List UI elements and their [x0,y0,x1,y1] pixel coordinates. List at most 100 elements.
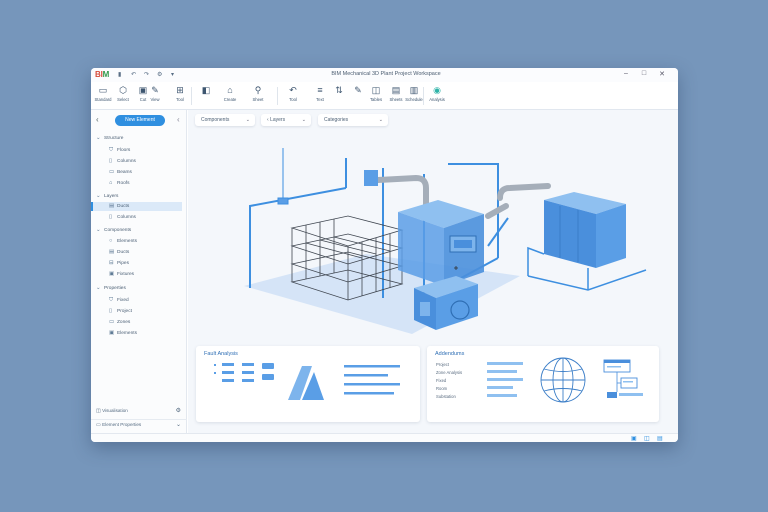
chevron-down-icon: ⌄ [96,135,101,141]
network-diagram-icon [603,359,643,398]
visualisation-row[interactable]: ◫ Visualisation ⚙ [91,406,187,416]
bar-lines [344,365,400,395]
ribbon-button-tool-2[interactable]: ↶ Tool [282,84,304,108]
chevron-down-icon: ⌄ [301,117,306,123]
search-icon: ⚲ [254,85,262,95]
ribbon-button-create[interactable]: ⌂ Create [219,84,241,108]
app-window: BIM ▮ ↶ ↷ ⚙ ▾ BIM Mechanical 3D Plant Pr… [91,68,678,442]
ribbon-button-tool[interactable]: ⊞ Tool [169,84,191,108]
panel-title: Fault Analysis [204,351,238,357]
ribbon-button-layer[interactable]: ◧ [195,84,217,108]
tree-item[interactable]: ⊟ Pipes [109,259,129,268]
close-button[interactable]: ✕ [657,70,667,78]
status-bar: ▣ ◫ ▤ [91,433,678,442]
ribbon-button-schedule[interactable]: ▥ Schedule [403,84,425,108]
tree-group-components[interactable]: ⌄ Components [96,226,131,235]
settings-icon[interactable]: ⚙ [157,71,162,78]
tree-item[interactable]: ▣ Fixtures [109,270,134,279]
ribbon-separator [423,87,424,105]
title-bar: BIM ▮ ↶ ↷ ⚙ ▾ BIM Mechanical 3D Plant Pr… [91,68,678,82]
tree-item[interactable]: ▣ Elements [109,329,137,338]
value-bars [487,362,523,397]
tree-group-properties[interactable]: ⌄ Properties [96,284,126,293]
tree-group-layers[interactable]: ⌄ Layers [96,192,118,201]
components-dropdown[interactable]: Components ⌄ [195,114,255,126]
fixture-icon: ▣ [109,271,115,277]
air-handling-unit [398,200,484,286]
ribbon-button-sheet[interactable]: ⚲ Sheet [247,84,269,108]
ribbon-separator [277,87,278,105]
chevron-down-icon: ⌄ [96,285,101,291]
chevron-down-icon: ⌄ [96,193,101,199]
ribbon-toolbar: ▭ Standard ⬡ Select ▣ Cut ✎ View ⊞ Tool ◧ ⌂ Cr… [91,82,678,110]
tree-item[interactable]: ▤ Ducts [109,248,129,257]
addendum-widgets [487,357,643,403]
tree-item[interactable]: ⌂ Roofs [109,179,130,188]
main-workspace: Components ⌄ ‹ Layers ⌄ Categories ⌄ Fau… [188,110,678,433]
redo-icon[interactable]: ↷ [144,71,149,78]
fault-analysis-widgets [214,363,400,400]
duct-icon: ▤ [109,203,115,209]
tree-item[interactable]: ▯ Project [109,307,132,316]
tree-item-selected[interactable]: ▤ Ducts [91,202,182,211]
undo-icon: ↶ [289,85,297,95]
pencil-icon: ✎ [151,85,159,95]
tree-item[interactable]: ▭ Beams [109,168,132,177]
tree-item[interactable]: ▭ Zones [109,318,130,327]
circle-icon: ○ [109,238,113,244]
equipment-cabinet [527,192,647,291]
zone-icon: ▭ [109,319,115,325]
element-icon: ▣ [109,330,115,336]
column-icon: ▯ [109,158,113,164]
ribbon-button-view[interactable]: ✎ View [144,84,166,108]
tree-item[interactable]: ⛉ Floors [109,146,130,155]
ribbon-button-analysis[interactable]: ◉ Analysis [426,84,448,108]
select-icon: ⬡ [119,85,127,95]
chevron-down-icon: ⌄ [96,227,101,233]
ribbon-button-standard[interactable]: ▭ Standard [92,84,114,108]
layout-icon[interactable]: ◫ [644,435,650,442]
back-chevron-icon[interactable]: ‹ [96,115,99,124]
dropdown-icon[interactable]: ▾ [171,71,174,78]
tree-item[interactable]: ▯ Columns [109,157,136,166]
pipe-icon: ⊟ [109,260,114,266]
chevron-down-icon: ⌄ [245,117,250,123]
forward-chevron-icon[interactable]: ‹ [177,115,180,124]
stacked-sheets-icon [288,366,324,400]
standard-icon: ▭ [98,85,108,95]
tree-item[interactable]: ▯ Columns [109,213,136,222]
app-logo: BIM [95,70,110,79]
duct-connector [364,170,378,186]
chevron-down-icon[interactable]: ⌄ [176,420,181,430]
grid-icon: ⊞ [176,85,184,95]
categories-dropdown[interactable]: Categories ⌄ [318,114,388,126]
window-title: BIM Mechanical 3D Plant Project Workspac… [331,71,441,77]
maximize-button[interactable]: □ [639,70,649,77]
new-element-button[interactable]: New Element [115,115,165,126]
element-properties-row[interactable]: ▭ Element Properties ⌄ [91,419,187,429]
gear-icon[interactable]: ⚙ [176,406,181,416]
tree-item[interactable]: ○ Elements [109,237,137,246]
tree-group-structure[interactable]: ⌄ Structure [96,134,123,143]
column-icon: ▯ [109,214,113,220]
ribbon-separator [191,87,192,105]
minimize-button[interactable]: – [621,70,631,77]
schedule-icon: ▥ [409,85,419,95]
undo-icon[interactable]: ↶ [131,71,136,78]
beam-icon: ▭ [109,169,115,175]
project-browser-sidebar: ‹ New Element ‹ ⌄ Structure ⛉ Floors ▯ Colu… [91,110,187,433]
save-icon[interactable]: ▮ [118,71,121,78]
tree-item[interactable]: ⛉ Fixed [109,296,129,305]
duct-icon: ▤ [109,249,115,255]
grid-view-icon[interactable]: ▣ [631,435,637,442]
house-icon: ⌂ [227,85,233,95]
layer-icon: ◧ [201,85,211,95]
fullscreen-icon[interactable]: ▤ [657,435,663,442]
roof-icon: ⌂ [109,180,113,186]
ribbon-button-select[interactable]: ⬡ Select [112,84,134,108]
shield-icon: ⛉ [109,147,114,153]
ribbon-button-tables[interactable]: ◫ Tables [365,84,387,108]
shield-icon: ⛉ [109,297,114,303]
3d-model-viewport[interactable] [188,128,678,343]
layers-dropdown[interactable]: ‹ Layers ⌄ [261,114,311,126]
